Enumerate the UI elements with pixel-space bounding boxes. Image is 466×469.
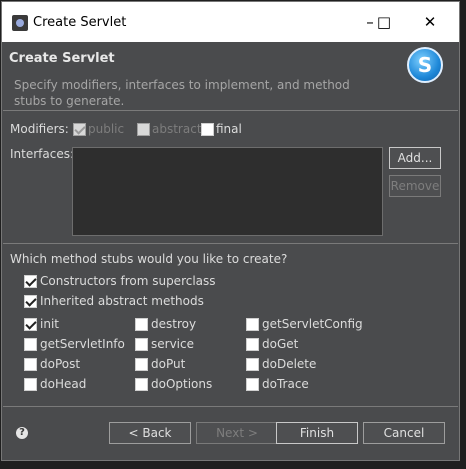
getservletconfig-checkbox[interactable] bbox=[246, 318, 259, 331]
destroy-label: destroy bbox=[151, 317, 197, 331]
dooptions-checkbox[interactable] bbox=[135, 378, 148, 391]
wizard-title: Create Servlet bbox=[9, 51, 115, 66]
inherited-abstract-checkbox[interactable] bbox=[24, 295, 37, 308]
method-stubs-question: Which method stubs would you like to cre… bbox=[10, 252, 288, 266]
create-servlet-dialog: Create Servlet – □ ✕ Create Servlet Spec… bbox=[1, 1, 460, 461]
help-icon[interactable]: ? bbox=[16, 427, 28, 439]
maximize-button[interactable]: □ bbox=[372, 10, 396, 34]
dodelete-checkbox[interactable] bbox=[246, 358, 259, 371]
finish-button[interactable]: Finish bbox=[276, 422, 358, 444]
window-title: Create Servlet bbox=[33, 15, 127, 30]
constructors-checkbox[interactable] bbox=[24, 275, 37, 288]
constructors-label: Constructors from superclass bbox=[40, 274, 216, 288]
service-checkbox[interactable] bbox=[135, 338, 148, 351]
footer-divider bbox=[3, 406, 458, 407]
remove-interface-button[interactable]: Remove bbox=[389, 175, 441, 197]
doput-checkbox[interactable] bbox=[135, 358, 148, 371]
dohead-checkbox[interactable] bbox=[24, 378, 37, 391]
title-bar: Create Servlet – □ ✕ bbox=[2, 2, 459, 42]
modifiers-label: Modifiers: bbox=[10, 122, 69, 136]
cancel-button[interactable]: Cancel bbox=[363, 422, 445, 444]
destroy-checkbox[interactable] bbox=[135, 318, 148, 331]
back-button[interactable]: < Back bbox=[109, 422, 191, 444]
servlet-wizard-logo-icon: S bbox=[407, 47, 443, 83]
service-label: service bbox=[151, 337, 194, 351]
section-divider bbox=[3, 243, 458, 244]
public-checkbox[interactable] bbox=[73, 123, 86, 136]
public-label: public bbox=[88, 122, 125, 136]
eclipse-app-icon bbox=[12, 15, 28, 31]
dotrace-label: doTrace bbox=[262, 377, 309, 391]
doput-label: doPut bbox=[151, 357, 186, 371]
interfaces-label: Interfaces: bbox=[10, 147, 75, 161]
header-divider bbox=[3, 110, 458, 111]
close-button[interactable]: ✕ bbox=[418, 10, 442, 34]
wizard-description: Specify modifiers, interfaces to impleme… bbox=[14, 78, 350, 108]
init-label: init bbox=[40, 317, 59, 331]
next-button[interactable]: Next > bbox=[196, 422, 278, 444]
abstract-checkbox[interactable] bbox=[137, 123, 150, 136]
dohead-label: doHead bbox=[40, 377, 87, 391]
inherited-abstract-label: Inherited abstract methods bbox=[40, 294, 204, 308]
dopost-checkbox[interactable] bbox=[24, 358, 37, 371]
dotrace-checkbox[interactable] bbox=[246, 378, 259, 391]
doget-label: doGet bbox=[262, 337, 299, 351]
abstract-label: abstract bbox=[152, 122, 202, 136]
final-checkbox[interactable] bbox=[201, 123, 214, 136]
getservletinfo-label: getServletInfo bbox=[40, 337, 125, 351]
dodelete-label: doDelete bbox=[262, 357, 317, 371]
add-interface-button[interactable]: Add... bbox=[389, 147, 441, 169]
getservletconfig-label: getServletConfig bbox=[262, 317, 363, 331]
final-label: final bbox=[216, 122, 242, 136]
dooptions-label: doOptions bbox=[151, 377, 213, 391]
wizard-header: Create Servlet Specify modifiers, interf… bbox=[2, 42, 459, 110]
doget-checkbox[interactable] bbox=[246, 338, 259, 351]
interfaces-list[interactable] bbox=[72, 147, 383, 236]
getservletinfo-checkbox[interactable] bbox=[24, 338, 37, 351]
init-checkbox[interactable] bbox=[24, 318, 37, 331]
dopost-label: doPost bbox=[40, 357, 81, 371]
